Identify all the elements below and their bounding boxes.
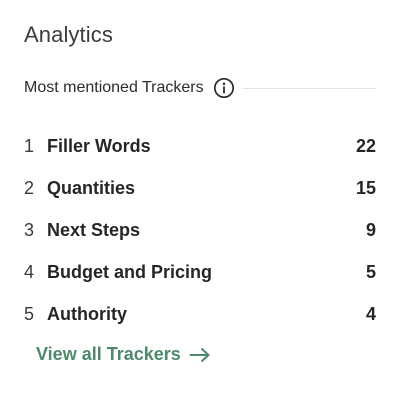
- tracker-name: Authority: [47, 303, 127, 324]
- arrow-right-icon: [189, 347, 211, 363]
- view-all-label: View all Trackers: [36, 344, 181, 364]
- tracker-rank: 1: [24, 135, 35, 156]
- section-label: Most mentioned Trackers: [24, 79, 204, 96]
- tracker-name: Next Steps: [47, 219, 141, 240]
- tracker-rank: 4: [24, 261, 35, 282]
- view-all-trackers-link[interactable]: View all Trackers: [36, 344, 211, 365]
- tracker-rank: 2: [24, 177, 35, 198]
- analytics-panel: Analytics Most mentioned Trackers 1 Fill…: [24, 0, 376, 409]
- tracker-count: 4: [365, 303, 376, 324]
- tracker-count: 9: [365, 219, 376, 240]
- tracker-count: 22: [355, 135, 376, 156]
- tracker-name: Filler Words: [47, 135, 151, 156]
- section-header: Most mentioned Trackers: [24, 76, 376, 100]
- tracker-row[interactable]: 1 Filler Words 22: [24, 125, 376, 167]
- info-icon[interactable]: [213, 77, 235, 99]
- tracker-rank: 5: [24, 303, 35, 324]
- tracker-list: 1 Filler Words 22 2 Quantities 15 3 Next…: [24, 125, 376, 335]
- tracker-name: Budget and Pricing: [47, 261, 213, 282]
- panel-title: Analytics: [24, 22, 113, 47]
- tracker-count: 15: [355, 177, 376, 198]
- tracker-count: 5: [365, 261, 376, 282]
- tracker-row[interactable]: 4 Budget and Pricing 5: [24, 251, 376, 293]
- tracker-row[interactable]: 5 Authority 4: [24, 293, 376, 335]
- tracker-row[interactable]: 2 Quantities 15: [24, 167, 376, 209]
- tracker-row[interactable]: 3 Next Steps 9: [24, 209, 376, 251]
- tracker-rank: 3: [24, 219, 35, 240]
- section-divider: [242, 87, 376, 89]
- tracker-name: Quantities: [47, 177, 136, 198]
